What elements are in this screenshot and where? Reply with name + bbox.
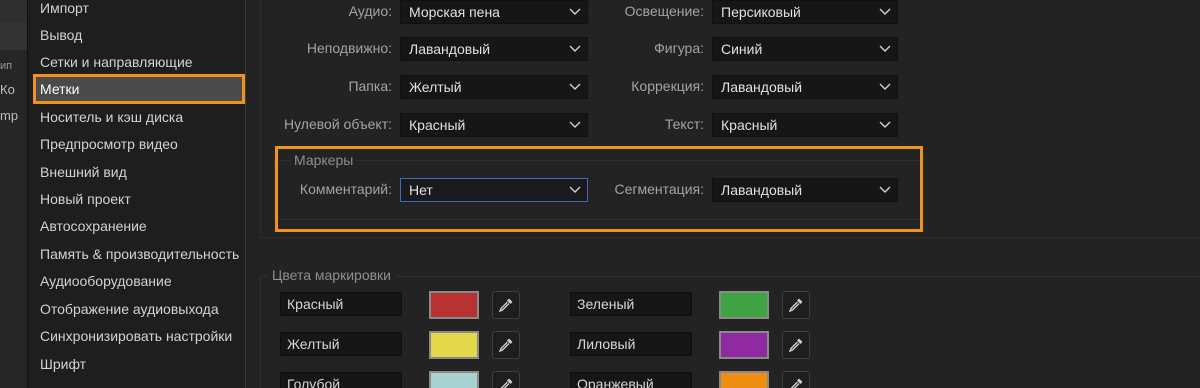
folder-label: Папка: xyxy=(348,78,392,94)
labels-preferences-panel: Аудио: Морская пена Неподвижно: Лавандов… xyxy=(246,0,1200,388)
label-color-swatch[interactable] xyxy=(429,371,479,388)
sidebar-item-audio-output-mapping[interactable]: Отображение аудиовыхода xyxy=(36,297,242,321)
chevron-down-icon xyxy=(879,83,891,90)
sidebar-item-grids-guides[interactable]: Сетки и направляющие xyxy=(36,50,242,74)
background-window-bar xyxy=(0,22,27,50)
chevron-down-icon xyxy=(879,45,891,52)
label-color-swatch[interactable] xyxy=(719,371,769,388)
shape-label-select[interactable]: Синий xyxy=(712,37,898,61)
lighting-label: Освещение: xyxy=(624,3,704,19)
sidebar-item-output[interactable]: Вывод xyxy=(36,23,242,47)
null-object-label-select-value: Красный xyxy=(409,117,466,133)
audio-label: Аудио: xyxy=(348,3,392,19)
label-color-name-field[interactable]: Оранжевый xyxy=(570,372,692,388)
background-window-bar xyxy=(0,0,27,22)
background-window-text: Ко xyxy=(0,82,15,97)
label-color-name-field[interactable]: Зеленый xyxy=(570,292,692,316)
eyedropper-icon xyxy=(500,378,513,388)
text-label-select[interactable]: Красный xyxy=(712,113,898,137)
sidebar-item-next[interactable] xyxy=(36,379,242,388)
sidebar-item-video-preview[interactable]: Предпросмотр видео xyxy=(36,132,242,156)
eyedropper-button[interactable] xyxy=(492,371,520,388)
sidebar-item-audio-hardware[interactable]: Аудиооборудование xyxy=(36,269,242,293)
still-label-select[interactable]: Лавандовый xyxy=(400,37,588,61)
chevron-down-icon xyxy=(879,8,891,15)
eyedropper-button[interactable] xyxy=(782,371,810,388)
correction-label: Коррекция: xyxy=(631,78,704,94)
eyedropper-icon xyxy=(498,338,513,353)
correction-label-select-value: Лавандовый xyxy=(721,79,803,95)
chevron-down-icon xyxy=(569,83,581,90)
label-color-name-field[interactable]: Желтый xyxy=(280,332,402,356)
eyedropper-icon xyxy=(498,298,513,313)
still-label: Неподвижно: xyxy=(306,40,392,56)
background-window-text: mp xyxy=(0,108,19,123)
eyedropper-button[interactable] xyxy=(782,291,810,319)
label-colors-group-title: Цвета маркировки xyxy=(268,267,395,283)
lighting-label-select-value: Персиковый xyxy=(721,4,801,20)
sidebar-item-memory-performance[interactable]: Память & производительность xyxy=(36,242,242,266)
folder-label-select-value: Желтый xyxy=(409,79,462,95)
text-label: Текст: xyxy=(664,116,704,132)
audio-label-select-value: Морская пена xyxy=(409,4,500,20)
label-color-swatch[interactable] xyxy=(719,291,769,319)
background-window-edge: ип Ко mp xyxy=(0,0,28,388)
markers-highlight xyxy=(275,146,923,232)
sidebar-item-media-cache[interactable]: Носитель и кэш диска xyxy=(36,105,242,129)
null-object-label-select[interactable]: Красный xyxy=(400,113,588,137)
text-label-select-value: Красный xyxy=(721,117,778,133)
eyedropper-button[interactable] xyxy=(782,331,810,359)
label-color-swatch[interactable] xyxy=(719,331,769,359)
label-color-swatch[interactable] xyxy=(429,331,479,359)
folder-label-select[interactable]: Желтый xyxy=(400,75,588,99)
correction-label-select[interactable]: Лавандовый xyxy=(712,75,898,99)
sidebar-item-sync-settings[interactable]: Синхронизировать настройки xyxy=(36,324,242,348)
chevron-down-icon xyxy=(569,8,581,15)
sidebar-item-autosave[interactable]: Автосохранение xyxy=(36,214,242,238)
audio-label-select[interactable]: Морская пена xyxy=(400,0,588,24)
eyedropper-icon xyxy=(790,378,803,388)
preferences-sidebar: Импорт Вывод Сетки и направляющие Метки … xyxy=(28,0,246,388)
null-object-label: Нулевой объект: xyxy=(284,116,392,132)
label-color-swatch[interactable] xyxy=(429,291,479,319)
sidebar-item-appearance[interactable]: Внешний вид xyxy=(36,160,242,184)
sidebar-item-new-project[interactable]: Новый проект xyxy=(36,187,242,211)
label-color-name-field[interactable]: Лиловый xyxy=(570,332,692,356)
sidebar-item-font[interactable]: Шрифт xyxy=(36,352,242,376)
background-window-text: ип xyxy=(0,60,13,72)
chevron-down-icon xyxy=(569,45,581,52)
shape-label-select-value: Синий xyxy=(721,41,763,57)
chevron-down-icon xyxy=(879,121,891,128)
chevron-down-icon xyxy=(569,121,581,128)
eyedropper-button[interactable] xyxy=(492,331,520,359)
still-label-select-value: Лавандовый xyxy=(409,41,491,57)
label-color-name-field[interactable]: Голубой xyxy=(280,372,402,388)
sidebar-item-labels[interactable]: Метки xyxy=(33,74,245,104)
eyedropper-icon xyxy=(788,298,803,313)
lighting-label-select[interactable]: Персиковый xyxy=(712,0,898,24)
shape-label: Фигура: xyxy=(654,40,704,56)
eyedropper-icon xyxy=(788,338,803,353)
label-color-name-field[interactable]: Красный xyxy=(280,292,402,316)
sidebar-item-import[interactable]: Импорт xyxy=(36,0,242,20)
eyedropper-button[interactable] xyxy=(492,291,520,319)
